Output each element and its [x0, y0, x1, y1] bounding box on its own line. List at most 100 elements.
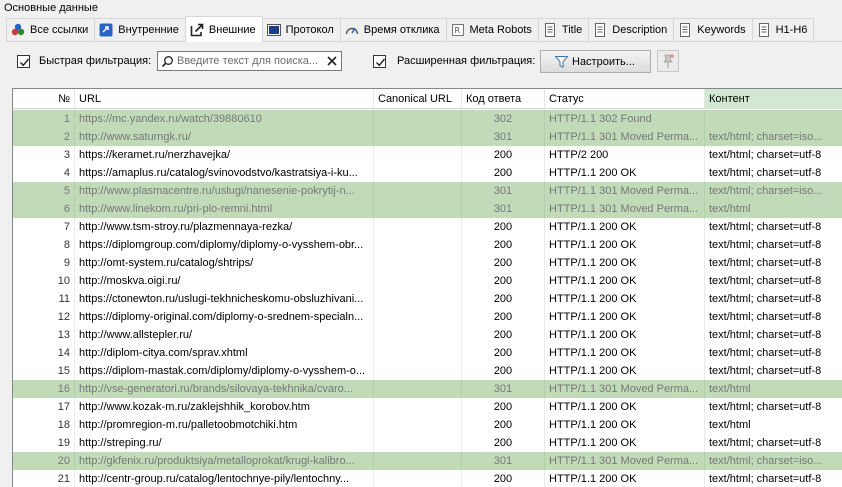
- tab-6[interactable]: R Meta Robots: [445, 18, 539, 41]
- table-row[interactable]: 1 https://mc.yandex.ru/watch/39880610 302 H…: [13, 110, 842, 128]
- cell-number: 10: [13, 272, 75, 290]
- table-row[interactable]: 5 http://www.plasmacentre.ru/uslugi/nanes…: [13, 182, 842, 200]
- tab-7[interactable]: Title: [537, 18, 590, 41]
- header-col-canonical[interactable]: Canonical URL: [374, 89, 462, 109]
- tab-2[interactable]: Внутренние: [94, 18, 186, 41]
- table-row[interactable]: 3 https://keramet.ru/nerzhavejka/200 HTTP/…: [13, 146, 842, 164]
- cell-url: http://www.saturngk.ru/: [75, 128, 374, 146]
- cell-canonical: [374, 218, 462, 236]
- advanced-filter-checkbox[interactable]: [373, 55, 386, 68]
- cell-canonical: [374, 452, 462, 470]
- tab-8[interactable]: Description: [588, 18, 675, 41]
- cell-status: HTTP/1.1 200 OK: [545, 272, 705, 290]
- table-row[interactable]: 7 http://www.tsm-stroy.ru/plazmennaya-rez…: [13, 218, 842, 236]
- tab-1[interactable]: Все ссылки: [6, 18, 96, 41]
- cell-url: http://gkfenix.ru/produktsiya/metallopro…: [75, 452, 374, 470]
- cell-status: HTTP/1.1 301 Moved Perma...: [545, 128, 705, 146]
- cell-content: text/html; charset=utf-8: [705, 236, 842, 254]
- table-row[interactable]: 20 http://gkfenix.ru/produktsiya/metallop…: [13, 452, 842, 470]
- cell-content: text/html; charset=utf-8: [705, 254, 842, 272]
- header-col-url[interactable]: URL: [75, 89, 374, 109]
- cell-url: http://www.linekom.ru/pri-plo-remni.html: [75, 200, 374, 218]
- document-icon: [757, 23, 771, 37]
- table-row[interactable]: 11 https://ctonewton.ru/uslugi-tekhniches…: [13, 290, 842, 308]
- table-row[interactable]: 8 https://diplomgroup.com/diplomy/diplomy…: [13, 236, 842, 254]
- table-row[interactable]: 17 http://www.kozak-m.ru/zaklejshhik_koro…: [13, 398, 842, 416]
- cell-code: 301: [462, 182, 545, 200]
- tab-label: Description: [612, 24, 668, 36]
- cell-content: text/html; charset=utf-8: [705, 344, 842, 362]
- meta-robots-icon: R: [451, 23, 465, 37]
- clear-filter-button[interactable]: [657, 50, 679, 72]
- cell-url: https://diplomgroup.com/diplomy/diplomy-…: [75, 236, 374, 254]
- cell-canonical: [374, 110, 462, 128]
- cell-code: 200: [462, 344, 545, 362]
- cell-content: text/html; charset=iso...: [709, 455, 823, 467]
- setup-filter-button[interactable]: Настроить...: [540, 50, 651, 73]
- cell-content: text/html: [709, 203, 751, 215]
- tab-label: Протокол: [285, 24, 334, 36]
- tab-label: Keywords: [697, 24, 746, 36]
- cell-number: 2: [13, 128, 75, 146]
- cell-url: https://diplom-mastak.com/diplomy/diplom…: [75, 362, 374, 380]
- table-row[interactable]: 9 http://omt-system.ru/catalog/shtrips/20…: [13, 254, 842, 272]
- cell-canonical: [374, 470, 462, 487]
- cell-content: text/html; charset=utf-8: [705, 434, 842, 452]
- cell-status: HTTP/1.1 200 OK: [545, 254, 705, 272]
- cell-url: https://ctonewton.ru/uslugi-tekhnichesko…: [75, 290, 374, 308]
- cell-code: 200: [462, 308, 545, 326]
- cell-number: 13: [13, 326, 75, 344]
- cell-canonical: [374, 290, 462, 308]
- table-row[interactable]: 16 http://vse-generatori.ru/brands/silova…: [13, 380, 842, 398]
- table-row[interactable]: 19 http://streping.ru/200 HTTP/1.1 200 OK t…: [13, 434, 842, 452]
- all-links-icon: [11, 23, 25, 37]
- tab-10[interactable]: H1-H6: [751, 18, 815, 41]
- tab-label: H1-H6: [775, 24, 808, 36]
- cell-number: 21: [13, 470, 75, 487]
- cell-url: http://www.plasmacentre.ru/uslugi/nanese…: [75, 182, 374, 200]
- header-col-code[interactable]: Код ответа: [462, 89, 545, 109]
- cell-content: text/html; charset=iso...: [709, 185, 823, 197]
- cell-number: 17: [13, 398, 75, 416]
- tab-label: Title: [561, 24, 583, 36]
- table-row[interactable]: 6 http://www.linekom.ru/pri-plo-remni.htm…: [13, 200, 842, 218]
- table-row[interactable]: 15 https://diplom-mastak.com/diplomy/dipl…: [13, 362, 842, 380]
- cell-status: HTTP/1.1 200 OK: [545, 470, 705, 487]
- table-row[interactable]: 10 http://moskva.oigi.ru/200 HTTP/1.1 200 …: [13, 272, 842, 290]
- tab-bar: Все ссылки Внутренние Внешние Протокол Время…: [6, 16, 842, 42]
- table-row[interactable]: 14 http://diplom-citya.com/sprav.xhtml 200…: [13, 344, 842, 362]
- cell-status: HTTP/1.1 200 OK: [545, 236, 705, 254]
- table-row[interactable]: 21 http://centr-group.ru/catalog/lentochn…: [13, 470, 842, 487]
- cell-content: text/html; charset=utf-8: [705, 218, 842, 236]
- tab-3[interactable]: Внешние: [184, 16, 263, 42]
- table-row[interactable]: 18 http://promregion-m.ru/palletoobmotchi…: [13, 416, 842, 434]
- tab-9[interactable]: Keywords: [673, 18, 753, 41]
- tab-label: Meta Robots: [469, 24, 532, 36]
- cell-canonical: [374, 254, 462, 272]
- table-row[interactable]: 13 http://www.allstepler.ru/200 HTTP/1.1 2…: [13, 326, 842, 344]
- cell-number: 3: [13, 146, 75, 164]
- cell-code: 200: [462, 326, 545, 344]
- cell-status: HTTP/1.1 200 OK: [545, 434, 705, 452]
- cell-url: http://omt-system.ru/catalog/shtrips/: [75, 254, 374, 272]
- quick-filter-checkbox[interactable]: [17, 55, 30, 68]
- table-row[interactable]: 12 https://diplomy-original.com/diplomy-o…: [13, 308, 842, 326]
- cell-url: http://vse-generatori.ru/brands/silovaya…: [75, 380, 374, 398]
- cell-url: http://www.kozak-m.ru/zaklejshhik_korobo…: [75, 398, 374, 416]
- clear-search-icon[interactable]: [326, 55, 338, 67]
- header-col-content[interactable]: Контент: [705, 89, 842, 109]
- table-row[interactable]: 2 http://www.saturngk.ru/301 HTTP/1.1 301 …: [13, 128, 842, 146]
- table-header: № URL Canonical URL Код ответа Статус Контент: [13, 89, 842, 109]
- tab-5[interactable]: Время отклика: [339, 18, 447, 41]
- advanced-filter-label: Расширенная фильтрация:: [397, 55, 536, 67]
- tab-4[interactable]: Протокол: [261, 18, 341, 41]
- cell-url: http://moskva.oigi.ru/: [75, 272, 374, 290]
- table-row[interactable]: 4 https://amaplus.ru/catalog/svinovodstvo…: [13, 164, 842, 182]
- cell-url: http://streping.ru/: [75, 434, 374, 452]
- header-col-status[interactable]: Статус: [545, 89, 705, 109]
- search-input[interactable]: Введите текст для поиска...: [157, 51, 342, 71]
- cell-canonical: [374, 164, 462, 182]
- setup-button-label: Настроить...: [572, 56, 635, 68]
- cell-content: text/html; charset=iso...: [709, 131, 823, 143]
- header-col-number[interactable]: №: [13, 89, 75, 109]
